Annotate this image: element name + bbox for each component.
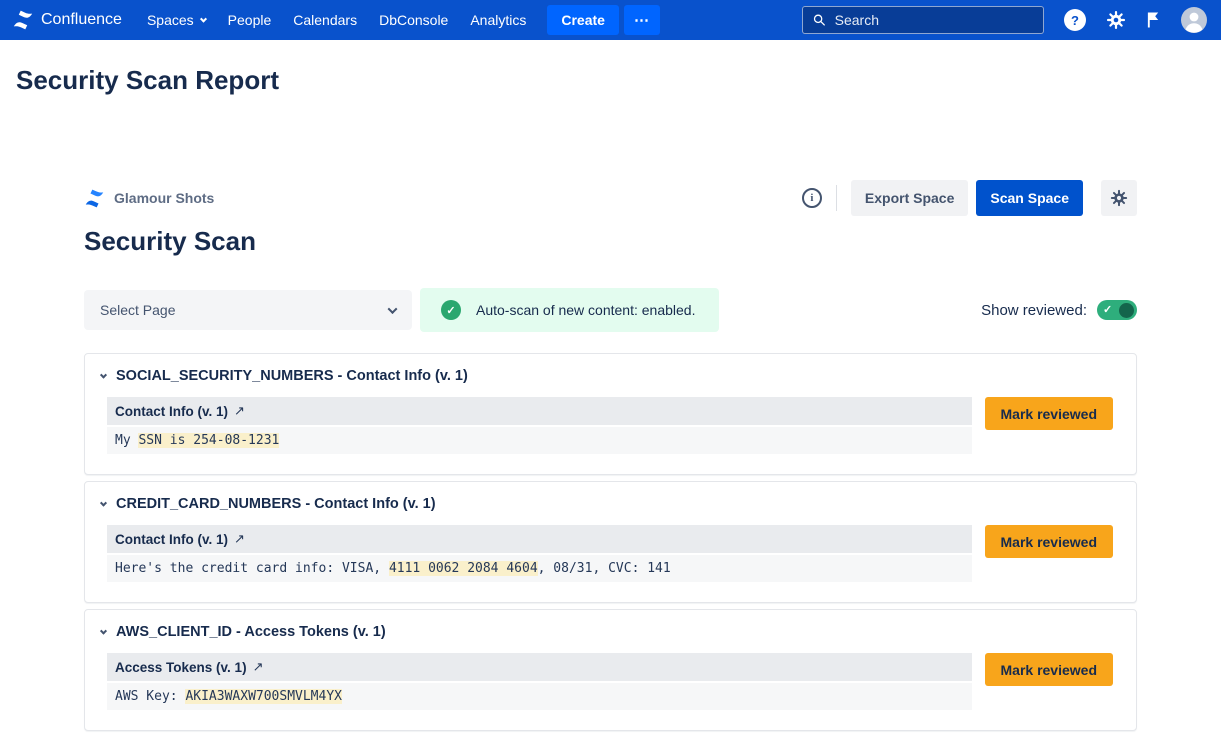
more-button[interactable]: ⋯: [624, 5, 660, 35]
finding-title: SOCIAL_SECURITY_NUMBERS - Contact Info (…: [116, 368, 468, 384]
nav-item-dbconsole[interactable]: DbConsole: [368, 0, 459, 40]
section-heading: Security Scan: [84, 226, 1137, 257]
finding-card-body: Access Tokens (v. 1) ↗ AWS Key: AKIA3WAX…: [85, 651, 1136, 730]
nav-item-analytics[interactable]: Analytics: [459, 0, 537, 40]
gear-icon: [1110, 189, 1128, 207]
top-navigation: Confluence Spaces People Calendars DbCon…: [0, 0, 1221, 40]
space-logo-icon: [84, 188, 105, 209]
snippet-text: Here's the credit card info: VISA, 4111 …: [107, 555, 972, 582]
divider: [836, 185, 837, 211]
scan-space-button[interactable]: Scan Space: [976, 180, 1083, 216]
info-icon[interactable]: i: [802, 188, 822, 208]
search-icon: [813, 13, 826, 27]
avatar[interactable]: [1181, 7, 1207, 33]
check-circle-icon: ✓: [441, 300, 461, 320]
toggle-knob: [1119, 303, 1134, 318]
chevron-down-icon: [388, 304, 398, 314]
autoscan-status-text: Auto-scan of new content: enabled.: [476, 302, 695, 318]
finding-card-body: Contact Info (v. 1) ↗ Here's the credit …: [85, 523, 1136, 602]
snippet-table: Contact Info (v. 1) ↗ My SSN is 254-08-1…: [107, 397, 972, 454]
finding-title: CREDIT_CARD_NUMBERS - Contact Info (v. 1…: [116, 496, 436, 512]
help-icon[interactable]: ?: [1064, 9, 1086, 31]
scan-settings-button[interactable]: [1101, 180, 1137, 216]
mark-reviewed-button[interactable]: Mark reviewed: [985, 653, 1114, 686]
export-space-button[interactable]: Export Space: [851, 180, 968, 216]
external-link-icon: ↗: [234, 403, 245, 419]
show-reviewed-label: Show reviewed:: [981, 302, 1087, 319]
external-link-icon: ↗: [253, 659, 264, 675]
collapse-chevron-icon: [100, 627, 107, 634]
snippet-text: AWS Key: AKIA3WAXW700SMVLM4YX: [107, 683, 972, 710]
snippet-table: Contact Info (v. 1) ↗ Here's the credit …: [107, 525, 972, 582]
select-page-value: Select Page: [100, 302, 176, 318]
finding-card-aws-client-id: AWS_CLIENT_ID - Access Tokens (v. 1) Acc…: [84, 609, 1137, 731]
space-header-row: Glamour Shots i Export Space Scan Space: [84, 180, 1137, 216]
autoscan-status-banner: ✓ Auto-scan of new content: enabled.: [420, 288, 719, 332]
finding-card-body: Contact Info (v. 1) ↗ My SSN is 254-08-1…: [85, 395, 1136, 474]
finding-card-header[interactable]: SOCIAL_SECURITY_NUMBERS - Contact Info (…: [85, 354, 1136, 395]
brand-name: Confluence: [41, 11, 122, 29]
finding-card-header[interactable]: AWS_CLIENT_ID - Access Tokens (v. 1): [85, 610, 1136, 651]
finding-card-social-security: SOCIAL_SECURITY_NUMBERS - Contact Info (…: [84, 353, 1137, 475]
nav-item-people[interactable]: People: [217, 0, 283, 40]
collapse-chevron-icon: [100, 499, 107, 506]
select-page-dropdown[interactable]: Select Page: [84, 290, 412, 330]
collapse-chevron-icon: [100, 371, 107, 378]
nav-item-calendars[interactable]: Calendars: [282, 0, 368, 40]
source-page-link[interactable]: Contact Info (v. 1) ↗: [107, 397, 972, 427]
finding-card-credit-card: CREDIT_CARD_NUMBERS - Contact Info (v. 1…: [84, 481, 1137, 603]
finding-title: AWS_CLIENT_ID - Access Tokens (v. 1): [116, 624, 386, 640]
show-reviewed-toggle[interactable]: ✓: [1097, 300, 1137, 320]
page-title: Security Scan Report: [16, 65, 1205, 96]
snippet-text: My SSN is 254-08-1231: [107, 427, 972, 454]
external-link-icon: ↗: [234, 531, 245, 547]
mark-reviewed-button[interactable]: Mark reviewed: [985, 397, 1114, 430]
show-reviewed-group: Show reviewed: ✓: [981, 300, 1137, 320]
filter-row: Select Page ✓ Auto-scan of new content: …: [84, 288, 1137, 332]
confluence-logo-icon: [12, 9, 34, 31]
create-button[interactable]: Create: [547, 5, 619, 35]
search-input[interactable]: [835, 12, 1033, 28]
nav-item-spaces[interactable]: Spaces: [136, 0, 217, 40]
panel-actions: i Export Space Scan Space: [802, 180, 1137, 216]
check-icon: ✓: [1103, 305, 1112, 316]
nav-right-group: ?: [802, 6, 1207, 34]
source-page-link[interactable]: Contact Info (v. 1) ↗: [107, 525, 972, 555]
highlighted-match: SSN is 254-08-1231: [138, 433, 279, 448]
mark-reviewed-button[interactable]: Mark reviewed: [985, 525, 1114, 558]
finding-card-header[interactable]: CREDIT_CARD_NUMBERS - Contact Info (v. 1…: [85, 482, 1136, 523]
settings-gear-icon[interactable]: [1106, 10, 1126, 30]
confluence-home-link[interactable]: Confluence: [12, 9, 122, 31]
search-box[interactable]: [802, 6, 1044, 34]
chevron-down-icon: [200, 15, 207, 22]
highlighted-match: AKIA3WAXW700SMVLM4YX: [185, 689, 342, 704]
highlighted-match: 4111 0062 2084 4604: [389, 561, 538, 576]
snippet-table: Access Tokens (v. 1) ↗ AWS Key: AKIA3WAX…: [107, 653, 972, 710]
security-scan-panel: Glamour Shots i Export Space Scan Space: [84, 180, 1137, 731]
space-name: Glamour Shots: [114, 190, 214, 206]
flag-icon[interactable]: [1146, 11, 1161, 29]
source-page-link[interactable]: Access Tokens (v. 1) ↗: [107, 653, 972, 683]
